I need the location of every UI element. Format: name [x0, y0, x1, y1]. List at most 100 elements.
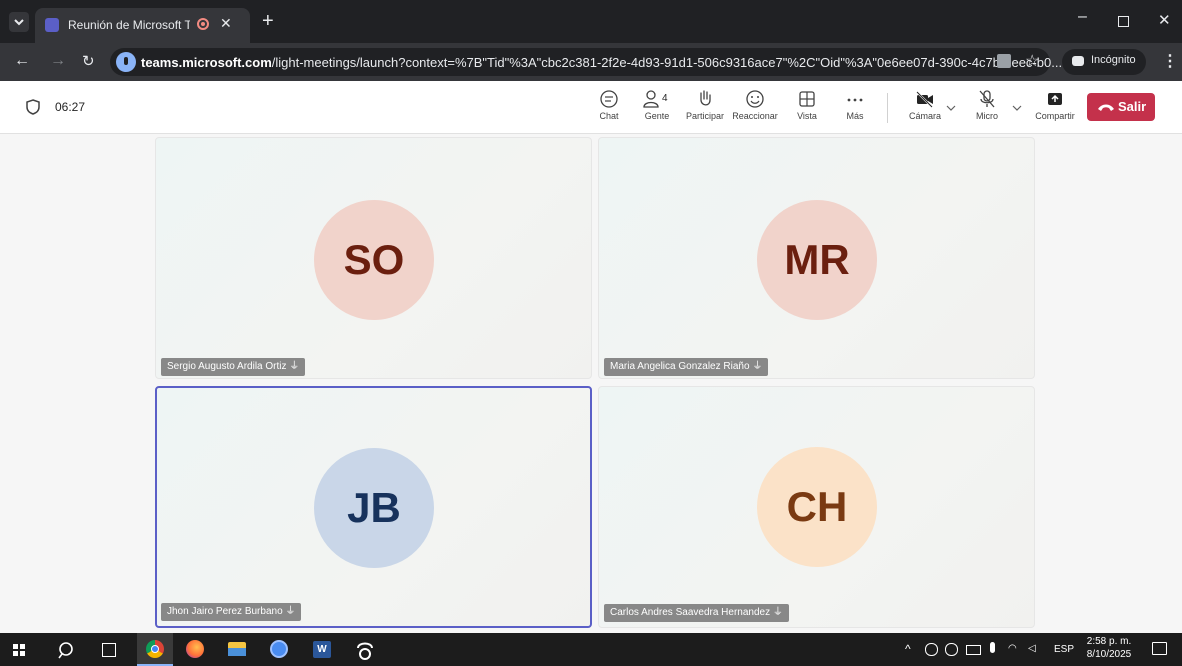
participant-name: Maria Angelica Gonzalez Riaño: [610, 361, 750, 372]
smiley-icon: [746, 90, 764, 108]
participant-tile[interactable]: SO Sergio Augusto Ardila Ortiz ⏚: [155, 137, 592, 379]
search-icon[interactable]: [58, 641, 76, 659]
share-button[interactable]: Compartir: [1028, 89, 1082, 129]
more-button[interactable]: Más: [832, 89, 878, 129]
participant-nametag: Carlos Andres Saavedra Hernandez ⏚: [604, 604, 789, 622]
participant-nametag: Jhon Jairo Perez Burbano ⏚: [161, 603, 302, 621]
react-button[interactable]: Reaccionar: [732, 89, 778, 129]
participant-tile-active-speaker[interactable]: JB Jhon Jairo Perez Burbano ⏚: [155, 386, 592, 628]
participant-name: Sergio Augusto Ardila Ortiz: [167, 361, 287, 372]
notifications-icon[interactable]: [1152, 642, 1167, 655]
mic-muted-icon: ⏚: [752, 361, 763, 372]
browser-tab-strip: Reunión de Microsoft Teams ✕ + – ✕: [0, 0, 1182, 43]
tray-app-icon[interactable]: [945, 643, 958, 656]
chat-icon: [600, 90, 618, 108]
participant-nametag: Maria Angelica Gonzalez Riaño ⏚: [604, 358, 769, 376]
participant-tile[interactable]: MR Maria Angelica Gonzalez Riaño ⏚: [598, 137, 1035, 379]
more-label: Más: [846, 111, 864, 121]
view-button[interactable]: Vista: [784, 89, 830, 129]
people-button[interactable]: 4 Gente: [634, 89, 680, 129]
file-explorer-icon[interactable]: [228, 642, 246, 656]
wifi-icon[interactable]: ◠: [1008, 643, 1017, 654]
share-label: Compartir: [1035, 111, 1075, 121]
task-view-icon[interactable]: [102, 643, 116, 657]
reload-icon[interactable]: ↻: [82, 52, 95, 70]
clock[interactable]: 2:58 p. m. 8/10/2025: [1084, 636, 1134, 660]
mic-label: Micro: [976, 111, 998, 121]
more-icon: [847, 98, 863, 102]
tray-mic-icon[interactable]: [990, 642, 995, 653]
tab-close-icon[interactable]: ✕: [220, 15, 232, 32]
people-label: Gente: [644, 111, 670, 121]
close-window-icon[interactable]: ✕: [1158, 11, 1171, 29]
participant-avatar: MR: [757, 200, 877, 320]
camera-label: Cámara: [908, 111, 941, 121]
browser-tab[interactable]: Reunión de Microsoft Teams ✕: [35, 8, 250, 43]
grid-view-icon: [799, 91, 815, 107]
participant-name: Jhon Jairo Perez Burbano: [167, 606, 283, 617]
address-bar[interactable]: teams.microsoft.com/light-meetings/launc…: [110, 48, 1062, 76]
recording-icon: [197, 18, 209, 30]
url-text: teams.microsoft.com/light-meetings/launc…: [141, 55, 1062, 70]
participant-avatar: JB: [314, 448, 434, 568]
incognito-icon: [1072, 56, 1084, 66]
people-count: 4: [662, 93, 668, 104]
app-taskbar-icon[interactable]: [355, 639, 375, 661]
mic-off-icon: [979, 90, 995, 108]
forward-icon[interactable]: →: [50, 52, 66, 70]
battery-icon[interactable]: [966, 645, 981, 655]
mic-indicator-icon[interactable]: [116, 52, 136, 72]
meeting-stage: SO Sergio Augusto Ardila Ortiz ⏚ MR Mari…: [0, 134, 1182, 633]
tab-search-button[interactable]: [9, 12, 29, 32]
hang-up-icon: [1098, 104, 1114, 111]
participant-avatar: CH: [757, 447, 877, 567]
mic-options-chevron-icon[interactable]: [1011, 103, 1023, 113]
language-indicator[interactable]: ESP: [1054, 644, 1074, 655]
people-icon: [643, 90, 659, 108]
mic-button[interactable]: Micro: [962, 89, 1012, 129]
chrome-taskbar-icon[interactable]: [137, 633, 173, 666]
windows-taskbar: W ^ ◠ ◁ ESP 2:58 p. m. 8/10/2025: [0, 633, 1182, 666]
url-host: teams.microsoft.com: [141, 55, 272, 70]
volume-icon[interactable]: ◁: [1028, 643, 1036, 654]
incognito-button[interactable]: Incógnito: [1062, 49, 1146, 75]
incognito-label: Incógnito: [1091, 54, 1136, 66]
url-path: /light-meetings/launch?context=%7B"Tid"%…: [271, 55, 1063, 70]
view-label: Vista: [797, 111, 817, 121]
meeting-timer: 06:27: [55, 100, 86, 114]
new-tab-button[interactable]: +: [262, 10, 274, 33]
bookmark-star-icon[interactable]: ☆: [1025, 51, 1039, 71]
tab-title: Reunión de Microsoft Teams: [68, 18, 190, 32]
raise-hand-label: Participar: [685, 111, 724, 121]
participant-avatar: SO: [314, 200, 434, 320]
camera-button[interactable]: Cámara: [898, 89, 952, 129]
react-label: Reaccionar: [732, 111, 778, 121]
browser-menu-icon[interactable]: ⋮: [1162, 51, 1178, 71]
chat-button[interactable]: Chat: [586, 89, 632, 129]
clock-time: 2:58 p. m.: [1086, 636, 1132, 647]
tray-app-icon[interactable]: [925, 643, 938, 656]
minimize-icon[interactable]: –: [1078, 8, 1087, 26]
toolbar-divider: [887, 93, 888, 123]
firefox-taskbar-icon[interactable]: [186, 640, 204, 658]
share-icon: [1048, 93, 1062, 105]
translate-icon[interactable]: [997, 54, 1011, 68]
teams-favicon-icon: [45, 18, 59, 32]
mic-muted-icon: ⏚: [289, 361, 300, 372]
camera-off-icon: [916, 91, 933, 108]
camera-options-chevron-icon[interactable]: [945, 103, 957, 113]
raise-hand-icon: [700, 90, 711, 106]
participant-tile[interactable]: CH Carlos Andres Saavedra Hernandez ⏚: [598, 386, 1035, 628]
meeting-header: 06:27 Chat 4 Gente Participar Reaccionar…: [0, 81, 1182, 134]
raise-hand-button[interactable]: Participar: [682, 89, 728, 129]
restore-icon[interactable]: [1118, 16, 1129, 27]
word-taskbar-icon[interactable]: W: [313, 641, 331, 658]
chevron-down-icon: [14, 19, 24, 26]
tray-overflow-icon[interactable]: ^: [905, 642, 911, 656]
participant-name: Carlos Andres Saavedra Hernandez: [610, 607, 771, 618]
app-taskbar-icon[interactable]: [270, 640, 288, 658]
back-icon[interactable]: ←: [14, 52, 30, 70]
leave-button[interactable]: Salir: [1087, 93, 1155, 121]
participant-nametag: Sergio Augusto Ardila Ortiz ⏚: [161, 358, 306, 376]
windows-start-icon[interactable]: [13, 644, 25, 656]
